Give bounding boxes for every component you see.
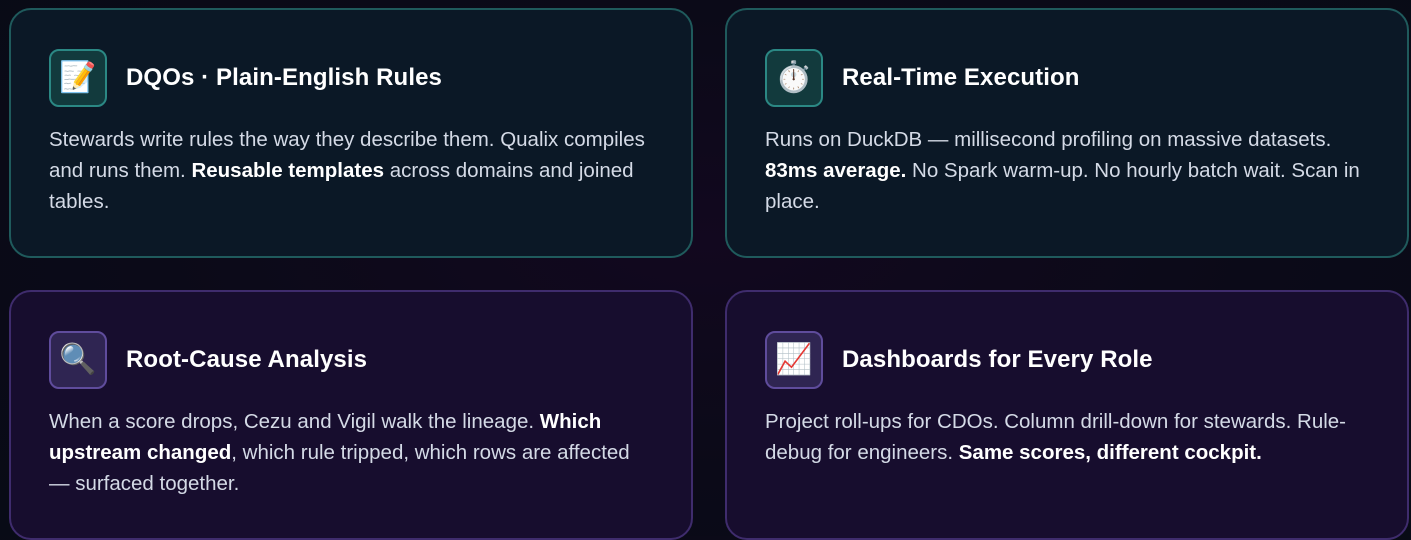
card-header: 🔍 Root-Cause Analysis [49, 330, 653, 390]
feature-card-dashboards: 📈 Dashboards for Every Role Project roll… [725, 290, 1409, 540]
magnifying-glass-icon: 🔍 [49, 331, 107, 389]
chart-increasing-icon: 📈 [765, 331, 823, 389]
memo-icon: 📝 [49, 49, 107, 107]
card-description: When a score drops, Cezu and Vigil walk … [49, 406, 653, 499]
card-title: Root-Cause Analysis [126, 346, 368, 373]
description-highlight: Reusable templates [191, 159, 385, 182]
feature-card-root-cause-analysis: 🔍 Root-Cause Analysis When a score drops… [9, 290, 693, 540]
description-highlight: Same scores, different cockpit. [958, 441, 1262, 464]
card-title: DQOs · Plain-English Rules [126, 64, 442, 91]
description-highlight: 83ms average. [765, 159, 907, 182]
description-text: When a score drops, Cezu and Vigil walk … [49, 410, 540, 433]
card-description: Project roll-ups for CDOs. Column drill-… [765, 406, 1369, 468]
feature-card-dqos: 📝 DQOs · Plain-English Rules Stewards wr… [9, 8, 693, 258]
stopwatch-icon: ⏱️ [765, 49, 823, 107]
card-header: 📈 Dashboards for Every Role [765, 330, 1369, 390]
card-header: 📝 DQOs · Plain-English Rules [49, 48, 653, 108]
card-title: Dashboards for Every Role [842, 346, 1153, 373]
description-text: Runs on DuckDB — millisecond profiling o… [765, 128, 1332, 151]
card-title: Real-Time Execution [842, 64, 1080, 91]
card-description: Stewards write rules the way they descri… [49, 124, 653, 217]
card-description: Runs on DuckDB — millisecond profiling o… [765, 124, 1369, 217]
card-header: ⏱️ Real-Time Execution [765, 48, 1369, 108]
feature-card-real-time-execution: ⏱️ Real-Time Execution Runs on DuckDB — … [725, 8, 1409, 258]
